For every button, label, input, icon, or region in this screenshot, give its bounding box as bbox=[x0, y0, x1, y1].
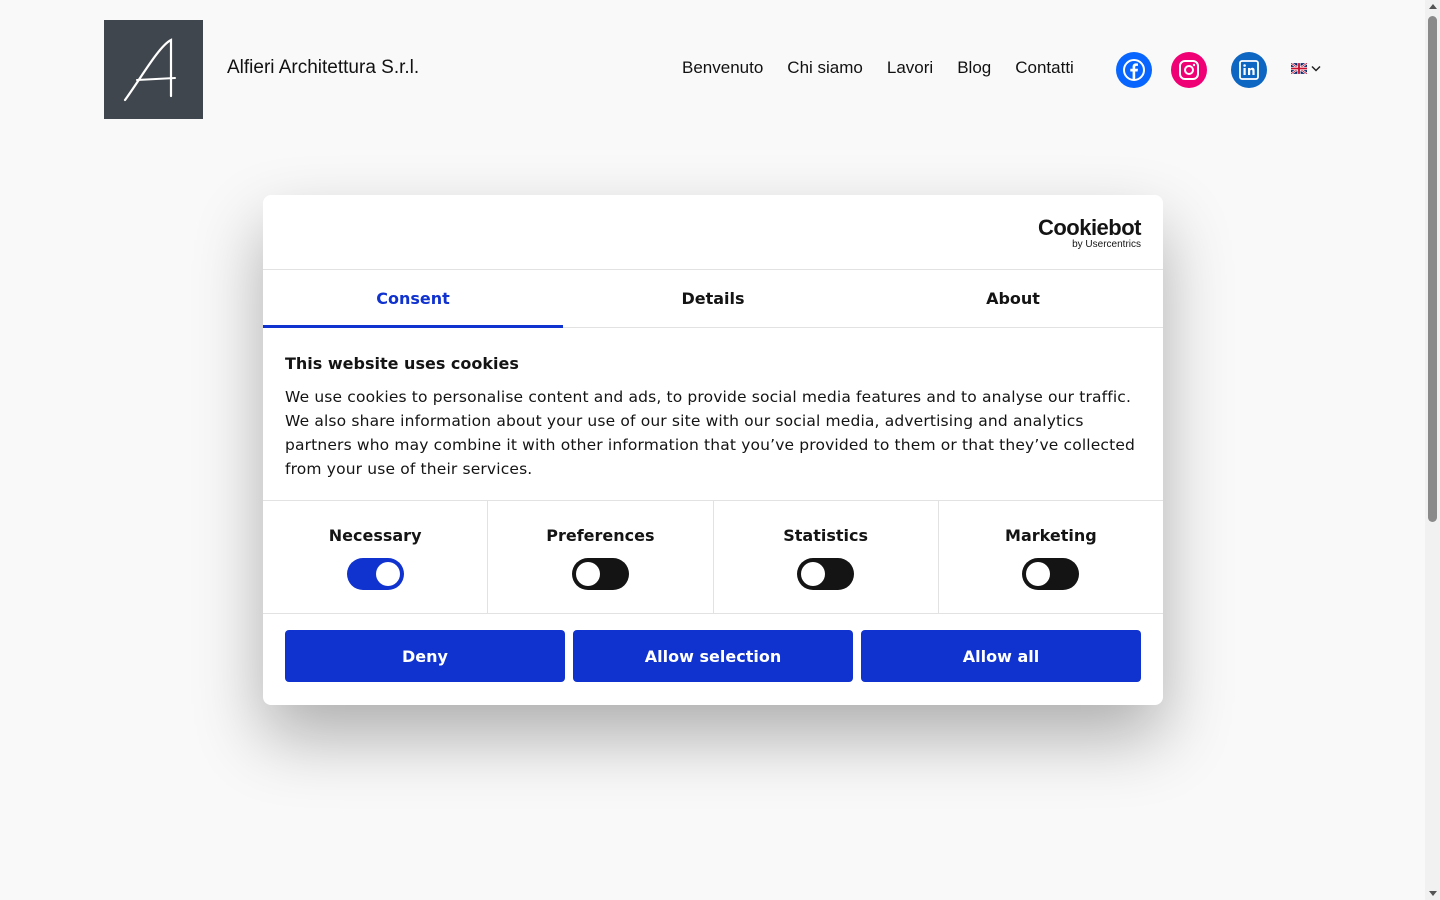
toggle-marketing: Marketing bbox=[939, 501, 1163, 613]
instagram-icon bbox=[1179, 60, 1199, 80]
dialog-tabs: Consent Details About bbox=[263, 270, 1163, 328]
consent-toggles: Necessary Preferences Statistics Marketi… bbox=[263, 501, 1163, 614]
necessary-switch[interactable] bbox=[346, 558, 404, 590]
site-logo[interactable] bbox=[104, 20, 203, 119]
language-switcher[interactable] bbox=[1291, 63, 1321, 74]
allow-selection-button[interactable]: Allow selection bbox=[573, 630, 853, 682]
deny-button[interactable]: Deny bbox=[285, 630, 565, 682]
switch-knob bbox=[375, 562, 400, 586]
toggle-label-statistics: Statistics bbox=[783, 526, 868, 545]
scroll-thumb[interactable] bbox=[1428, 16, 1437, 522]
statistics-switch[interactable] bbox=[797, 558, 855, 590]
switch-knob bbox=[575, 562, 600, 586]
nav-contatti[interactable]: Contatti bbox=[1015, 58, 1074, 78]
tab-about[interactable]: About bbox=[863, 270, 1163, 327]
toggle-statistics: Statistics bbox=[714, 501, 939, 613]
chevron-down-icon bbox=[1311, 65, 1321, 72]
page-scrollbar[interactable] bbox=[1425, 0, 1440, 900]
marketing-switch[interactable] bbox=[1022, 558, 1080, 590]
scroll-up-arrow-icon[interactable] bbox=[1429, 4, 1437, 9]
toggle-preferences: Preferences bbox=[488, 501, 714, 613]
dialog-buttons: Deny Allow selection Allow all bbox=[263, 614, 1163, 698]
tab-details[interactable]: Details bbox=[563, 270, 863, 327]
cookie-consent-dialog: Cookiebot by Usercentrics Consent Detail… bbox=[263, 195, 1163, 705]
nav-lavori[interactable]: Lavori bbox=[887, 58, 933, 78]
tab-consent[interactable]: Consent bbox=[263, 270, 563, 328]
toggle-label-preferences: Preferences bbox=[546, 526, 655, 545]
switch-knob bbox=[1026, 562, 1051, 586]
uk-flag-icon bbox=[1291, 63, 1307, 74]
instagram-link[interactable] bbox=[1171, 52, 1207, 88]
allow-all-button[interactable]: Allow all bbox=[861, 630, 1141, 682]
nav-chi-siamo[interactable]: Chi siamo bbox=[787, 58, 863, 78]
cookiebot-logo[interactable]: Cookiebot by Usercentrics bbox=[1037, 215, 1142, 251]
logo-a-icon bbox=[123, 37, 176, 101]
linkedin-icon bbox=[1239, 60, 1259, 80]
preferences-switch[interactable] bbox=[571, 558, 629, 590]
dialog-body: This website uses cookies We use cookies… bbox=[263, 328, 1163, 501]
switch-knob bbox=[801, 562, 826, 586]
nav-benvenuto[interactable]: Benvenuto bbox=[682, 58, 763, 78]
nav-blog[interactable]: Blog bbox=[957, 58, 991, 78]
scroll-down-arrow-icon[interactable] bbox=[1429, 891, 1437, 896]
dialog-header: Cookiebot by Usercentrics bbox=[263, 195, 1163, 270]
facebook-link[interactable] bbox=[1116, 52, 1152, 88]
toggle-label-necessary: Necessary bbox=[328, 526, 422, 545]
cookiebot-logo-sub: by Usercentrics bbox=[1072, 239, 1141, 250]
facebook-icon bbox=[1123, 59, 1145, 81]
main-nav: Benvenuto Chi siamo Lavori Blog Contatti bbox=[682, 58, 1098, 78]
linkedin-link[interactable] bbox=[1231, 52, 1267, 88]
dialog-text: We use cookies to personalise content an… bbox=[285, 388, 1136, 478]
cookiebot-logo-word: Cookiebot bbox=[1037, 215, 1142, 240]
dialog-heading: This website uses cookies bbox=[285, 354, 519, 373]
brand-name[interactable]: Alfieri Architettura S.r.l. bbox=[227, 57, 419, 79]
toggle-label-marketing: Marketing bbox=[1005, 526, 1097, 545]
toggle-necessary: Necessary bbox=[263, 501, 489, 613]
